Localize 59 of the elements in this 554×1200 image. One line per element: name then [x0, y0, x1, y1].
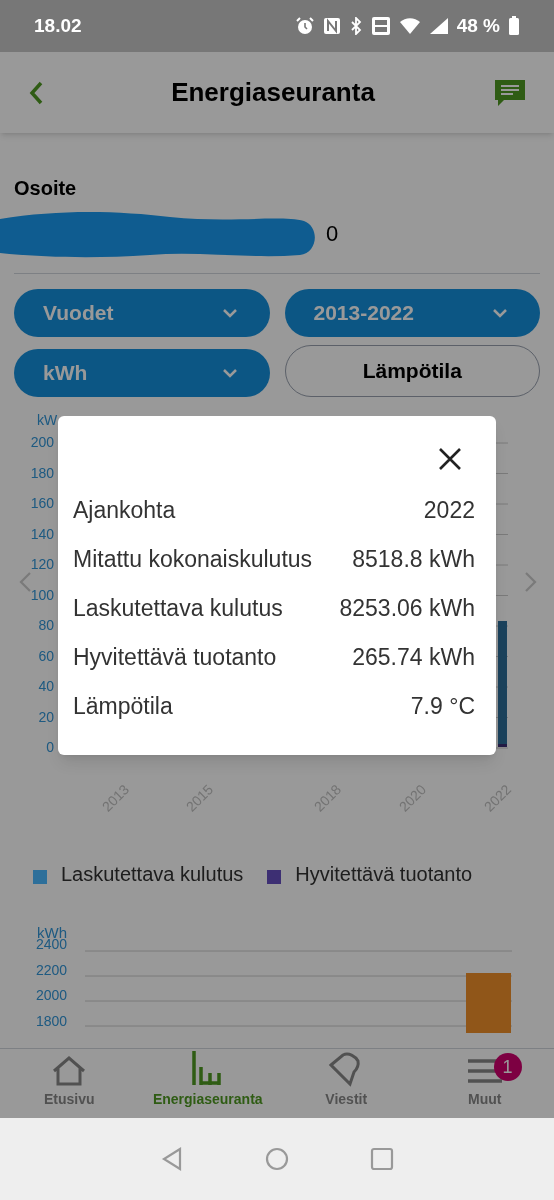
- detail-value: 8253.06 kWh: [339, 594, 476, 624]
- axis-tick: 60: [37, 648, 54, 663]
- notification-badge: 1: [493, 1053, 522, 1081]
- bluetooth-icon: [348, 17, 363, 35]
- legend-label: Hyvitettävä tuotanto: [295, 862, 473, 887]
- address-value: 0: [326, 220, 339, 248]
- nfc-icon: [322, 17, 341, 35]
- axis-unit: kW: [37, 413, 58, 427]
- address-label: Osoite: [14, 176, 78, 201]
- axis-tick: 20: [37, 709, 54, 724]
- message-button[interactable]: [494, 77, 526, 108]
- axis-tick: 200: [29, 435, 54, 449]
- detail-label: Lämpötila: [73, 692, 173, 722]
- chevron-down-icon: [492, 308, 508, 318]
- chart-bar: [466, 973, 511, 1033]
- chevron-down-icon: [221, 368, 238, 378]
- status-time: 18.02: [34, 13, 82, 38]
- recents-nav-button[interactable]: [368, 1146, 395, 1172]
- axis-tick: 140: [29, 526, 54, 541]
- detail-label: Mitattu kokonaiskulutus: [73, 545, 313, 575]
- axis-tick: 2400: [36, 937, 68, 951]
- axis-tick: 40: [37, 679, 54, 693]
- home-nav-button[interactable]: [264, 1146, 290, 1172]
- axis-tick: 1800: [36, 1013, 68, 1028]
- axis-tick: 180: [29, 465, 54, 480]
- nav-tab[interactable]: Viestit: [277, 1049, 416, 1118]
- dropdown[interactable]: 2013-2022: [284, 289, 540, 337]
- alarm-icon: [294, 16, 315, 36]
- detail-value: 7.9 °C: [410, 692, 476, 722]
- battery-percent: 48 %: [456, 13, 500, 38]
- dropdown[interactable]: kWh: [14, 349, 270, 397]
- page-title: Energiaseuranta: [171, 76, 375, 109]
- detail-value: 265.74 kWh: [352, 643, 476, 673]
- detail-label: Ajankohta: [73, 496, 176, 526]
- chevron-down-icon: [221, 308, 238, 318]
- axis-tick: 80: [37, 618, 54, 632]
- chevron-left-icon: [18, 571, 32, 593]
- axis-tick: 160: [29, 496, 54, 510]
- toggle-button[interactable]: Lämpötila: [284, 345, 540, 397]
- wifi-icon: [398, 17, 421, 35]
- axis-tick: 100: [29, 587, 54, 602]
- close-button[interactable]: [437, 446, 463, 472]
- battery-icon: [508, 16, 520, 36]
- signal-icon: [428, 17, 449, 35]
- nav-tab[interactable]: Etusivu: [0, 1049, 139, 1118]
- nav-tab[interactable]: Muut 1: [415, 1049, 554, 1118]
- detail-label: Laskutettava kulutus: [73, 594, 283, 624]
- chevron-right-icon: [524, 571, 538, 593]
- detail-label: Hyvitettävä tuotanto: [73, 643, 277, 673]
- axis-tick: 120: [29, 557, 54, 571]
- axis-unit: kWh: [37, 925, 67, 940]
- axis-tick: 2200: [36, 962, 68, 977]
- axis-tick: 0: [45, 740, 54, 754]
- detail-value: 2022: [423, 496, 476, 526]
- nav-tab[interactable]: Energiaseuranta: [138, 1049, 277, 1118]
- detail-value: 8518.8 kWh: [352, 545, 476, 575]
- dropdown[interactable]: Vuodet: [14, 289, 270, 337]
- axis-tick: 2000: [36, 988, 68, 1002]
- legend-label: Laskutettava kulutus: [61, 862, 244, 887]
